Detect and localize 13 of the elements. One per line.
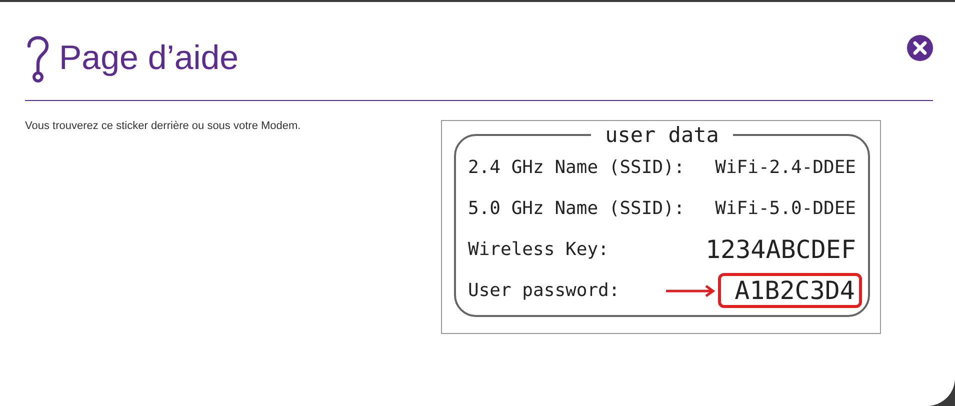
sticker-value: 1234ABCDEF (705, 235, 856, 264)
dialog-title: Page d’aide (59, 38, 240, 78)
sticker-value: WiFi-2.4-DDEE (715, 157, 856, 178)
sticker-value: WiFi-5.0-DDEE (715, 198, 856, 219)
sticker-label: 5.0 GHz Name (SSID): (468, 198, 686, 219)
sticker-label: 2.4 GHz Name (SSID): (468, 157, 686, 178)
sticker-heading: user data (604, 123, 720, 147)
sticker-label: Wireless Key: (468, 239, 610, 260)
intro-text: Vous trouverez ce sticker derrière ou sous votre Modem. (25, 120, 302, 134)
sticker-value: A1B2C3D4 (718, 273, 862, 308)
close-icon[interactable] (907, 35, 933, 61)
arrow-icon (666, 284, 716, 296)
sticker-label: User password: (468, 280, 621, 301)
